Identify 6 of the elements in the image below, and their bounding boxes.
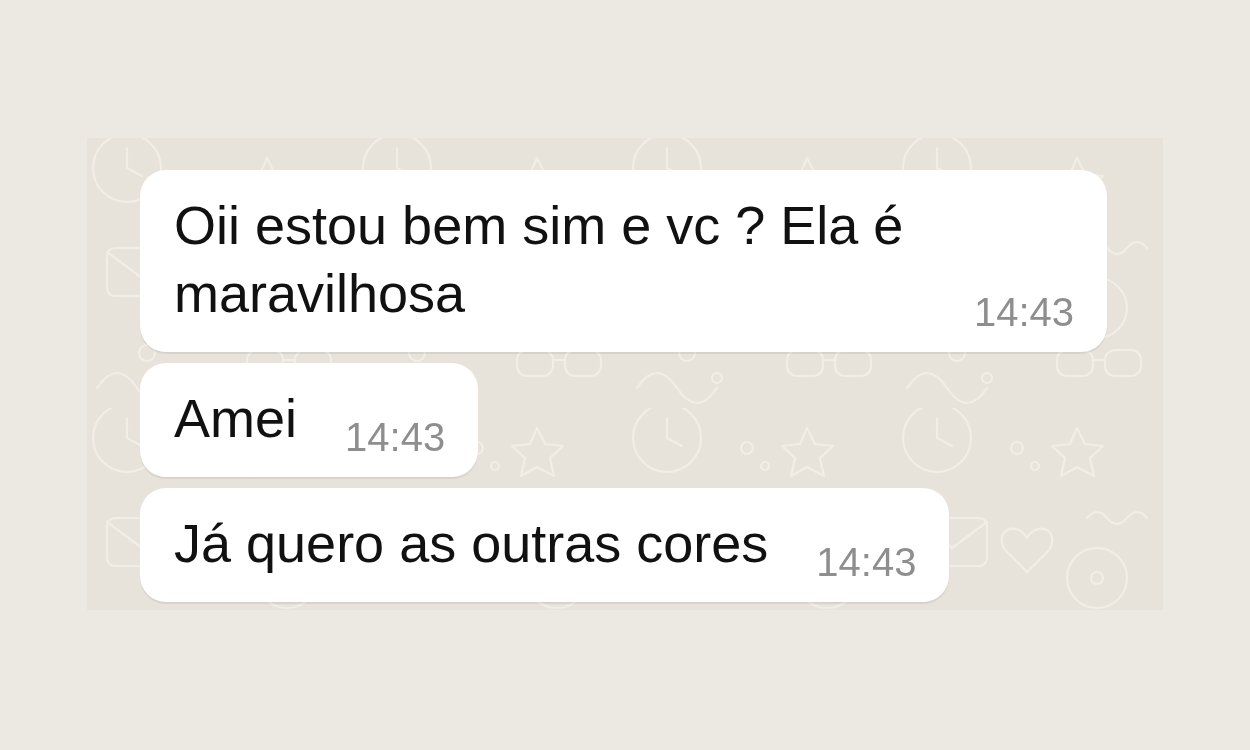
message-text: Amei	[174, 387, 298, 450]
message-time: 14:43	[816, 542, 917, 582]
message-text: Já quero as outras cores	[174, 512, 769, 575]
message-time: 14:43	[973, 292, 1074, 332]
message-time: 14:43	[345, 417, 446, 457]
message-text: Oii estou bem sim e vc ? Ela é maravilhosa	[174, 194, 905, 325]
